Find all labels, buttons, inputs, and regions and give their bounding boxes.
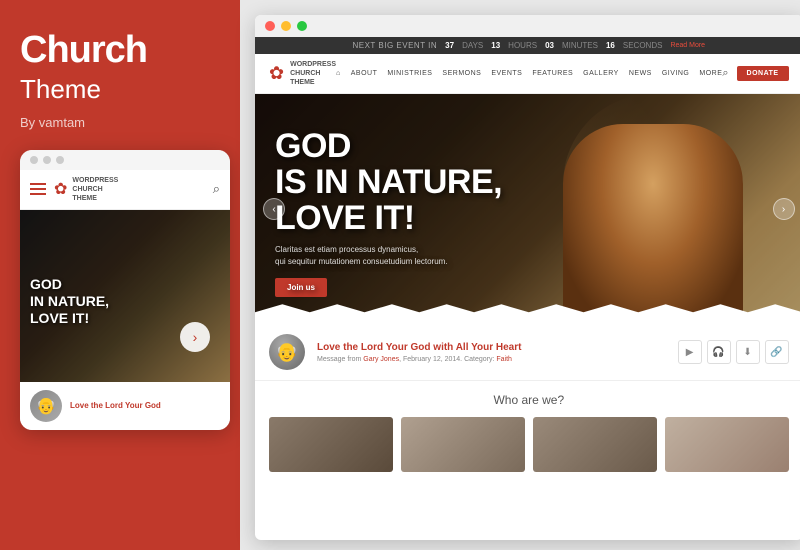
browser-dot-red [265,21,275,31]
countdown-minutes-unit: MINUTES [562,41,598,50]
countdown-days: 37 [445,41,454,50]
nav-link-gallery[interactable]: GALLERY [583,70,619,77]
mobile-logo-text: WORDPRESSCHURCHTHEME [72,176,118,203]
left-panel: Church Theme By vamtam ✿ WORDPRESSCHURCH… [0,0,240,550]
nav-link-home[interactable]: ⌂ [336,70,341,77]
hero-person-silhouette [563,124,743,324]
nav-link-more[interactable]: MORE [699,70,722,77]
who-title: Who are we? [269,393,789,407]
countdown-read-more[interactable]: Read More [670,42,705,49]
hero-heading: GOD IS IN NATURE, LOVE IT! [275,129,502,236]
browser-dot-green [297,21,307,31]
hero-next-arrow[interactable]: › [773,198,795,220]
mobile-sermon-title: Love the Lord Your God [70,400,161,411]
browser-dot-yellow [281,21,291,31]
nav-link-news[interactable]: NEWS [629,70,652,77]
sermon-audio-button[interactable]: 🎧 [707,340,731,364]
who-card-2[interactable] [401,417,525,472]
countdown-days-unit: DAYS [462,41,483,50]
site-hero: GOD IS IN NATURE, LOVE IT! Claritas est … [255,94,800,324]
hero-heading-line2: IS IN NATURE, [275,163,502,201]
mobile-dot-3 [56,156,64,164]
search-icon[interactable]: ⌕ [722,67,728,80]
nav-link-ministries[interactable]: MINISTRIES [387,70,432,77]
join-button[interactable]: Join us [275,278,327,297]
hamburger-menu[interactable] [30,183,46,195]
hero-heading-line3: LOVE IT! [275,199,415,237]
browser-window: NEXT BIG EVENT IN 37 DAYS 13 HOURS 03 MI… [255,15,800,540]
hero-text-block: GOD IS IN NATURE, LOVE IT! Claritas est … [275,129,502,297]
mobile-logo-icon: ✿ [54,179,67,199]
sermon-avatar: 👴 [269,334,305,370]
mobile-dot-1 [30,156,38,164]
sermon-play-button[interactable]: ▶ [678,340,702,364]
who-card-3[interactable] [533,417,657,472]
hero-heading-line1: GOD [275,127,351,165]
donate-button[interactable]: Donate [737,66,789,81]
theme-title: Church [20,30,220,72]
hero-person-image [563,94,743,324]
nav-actions: ⌕ Donate [722,66,788,81]
sermon-info: Love the Lord Your God with All Your Hea… [317,342,666,363]
countdown-bar: NEXT BIG EVENT IN 37 DAYS 13 HOURS 03 MI… [255,37,800,54]
hero-prev-arrow[interactable]: ‹ [263,198,285,220]
countdown-seconds: 16 [606,41,615,50]
sermon-actions: ▶ 🎧 ⬇ 🔗 [678,340,789,364]
site-nav-links: ⌂ ABOUT MINISTRIES SERMONS EVENTS FEATUR… [336,70,722,77]
mobile-logo: ✿ WORDPRESSCHURCHTHEME [54,176,205,203]
sermon-download-button[interactable]: ⬇ [736,340,760,364]
site-logo: ✿ WORDPRESSCHURCHTHEME [269,60,336,87]
right-panel: NEXT BIG EVENT IN 37 DAYS 13 HOURS 03 MI… [240,0,800,550]
mobile-search-icon[interactable]: ⌕ [213,181,220,197]
theme-subtitle: Theme [20,74,220,105]
site-logo-text: WORDPRESSCHURCHTHEME [290,60,336,87]
mobile-sermon-preview: 👴 Love the Lord Your God [20,382,230,430]
mobile-next-arrow[interactable]: › [180,322,210,352]
countdown-seconds-unit: SECONDS [623,41,663,50]
countdown-label: NEXT BIG EVENT IN [352,41,437,50]
countdown-hours-unit: HOURS [508,41,537,50]
mobile-sermon-avatar: 👴 [30,390,62,422]
sermon-category-link[interactable]: Faith [496,356,512,363]
nav-link-about[interactable]: ABOUT [351,70,378,77]
sermon-row: 👴 Love the Lord Your God with All Your H… [255,324,800,381]
who-card-1[interactable] [269,417,393,472]
mobile-preview: ✿ WORDPRESSCHURCHTHEME ⌕ GODIN NATURE,LO… [20,150,230,430]
site-logo-icon: ✿ [269,63,284,84]
nav-link-giving[interactable]: GIVING [662,70,690,77]
browser-titlebar [255,15,800,37]
who-grid [269,417,789,472]
nav-link-sermons[interactable]: SERMONS [442,70,481,77]
countdown-hours: 13 [491,41,500,50]
mobile-titlebar [20,150,230,170]
mobile-nav: ✿ WORDPRESSCHURCHTHEME ⌕ [20,170,230,210]
mobile-hero: GODIN NATURE,LOVE IT! › [20,210,230,382]
hero-subtext: Claritas est etiam processus dynamicus,q… [275,244,475,268]
sermon-share-button[interactable]: 🔗 [765,340,789,364]
countdown-minutes: 03 [545,41,554,50]
sermon-title[interactable]: Love the Lord Your God with All Your Hea… [317,342,666,353]
sermon-author-link[interactable]: Gary Jones [363,356,399,363]
nav-link-events[interactable]: EVENTS [491,70,522,77]
who-section: Who are we? [255,381,800,480]
sermon-meta: Message from Gary Jones, February 12, 20… [317,356,666,363]
theme-author: By vamtam [20,115,220,130]
who-card-4[interactable] [665,417,789,472]
site-nav: ✿ WORDPRESSCHURCHTHEME ⌂ ABOUT MINISTRIE… [255,54,800,94]
nav-link-features[interactable]: FEATURES [532,70,573,77]
mobile-hero-text: GODIN NATURE,LOVE IT! [30,276,109,326]
mobile-dot-2 [43,156,51,164]
site-content: NEXT BIG EVENT IN 37 DAYS 13 HOURS 03 MI… [255,37,800,540]
